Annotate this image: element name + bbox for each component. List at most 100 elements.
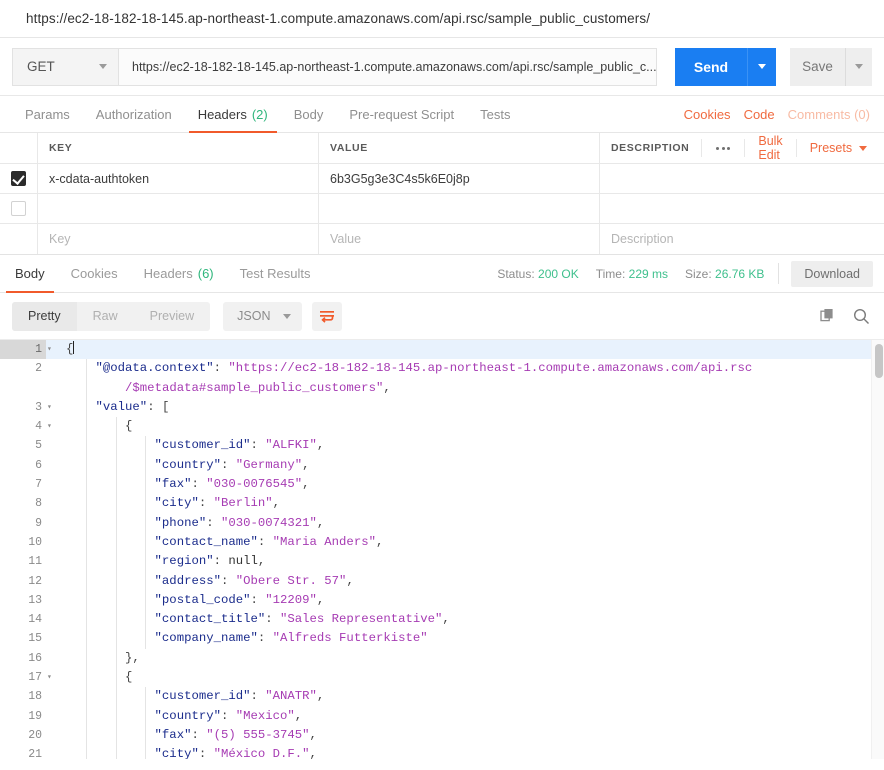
fold-toggle-icon[interactable]: ▾ <box>46 668 60 687</box>
tab-body[interactable]: Body <box>281 96 337 132</box>
code-line-text: { <box>60 417 871 437</box>
save-button[interactable]: Save <box>790 47 845 86</box>
code-line[interactable]: 9 "phone": "030-0074321", <box>0 513 871 533</box>
tab-label: Authorization <box>95 106 172 122</box>
code-content[interactable]: 1 ▾{2 "@odata.context": "https://ec2-18-1… <box>0 340 871 759</box>
code-line-text: "@odata.context": "https://ec2-18-182-18… <box>60 359 871 379</box>
view-mode-preview[interactable]: Preview <box>134 302 210 331</box>
row-value-cell[interactable]: 6b3G5g3e3C4s5k6E0j8p <box>319 164 600 193</box>
code-line[interactable]: 3 ▾ "value": [ <box>0 397 871 418</box>
cookies-link[interactable]: Cookies <box>684 107 731 122</box>
indent-guide <box>86 668 87 688</box>
code-line[interactable]: 18 "customer_id": "ANATR", <box>0 687 871 707</box>
time-value: 229 ms <box>628 266 668 281</box>
code-line[interactable]: 1 ▾ { <box>0 340 871 360</box>
view-mode-raw[interactable]: Raw <box>77 302 134 331</box>
row-enabled-checkbox[interactable] <box>11 171 26 186</box>
code-line[interactable]: 11 "region": null, <box>0 552 871 572</box>
word-wrap-icon[interactable] <box>312 301 343 331</box>
row-key-cell[interactable]: x-cdata-authtoken <box>38 164 319 193</box>
code-line[interactable]: 2 "@odata.context": "https://ec2-18-182-… <box>0 359 871 379</box>
save-options-button[interactable] <box>845 47 872 86</box>
request-tab-bar: Params Authorization Headers (2) Body Pr… <box>0 96 884 133</box>
row-description-cell[interactable] <box>600 164 884 193</box>
send-options-button[interactable] <box>747 47 776 86</box>
fold-toggle-icon[interactable]: ▾ <box>46 340 60 359</box>
row-checkbox-cell <box>0 164 38 193</box>
size-metric: Size: 26.76 KB <box>685 267 764 281</box>
tab-pre-request-script[interactable]: Pre-request Script <box>336 96 467 132</box>
comments-link[interactable]: Comments (0) <box>788 107 870 122</box>
http-method-label: GET <box>27 59 55 74</box>
response-tab-test-results[interactable]: Test Results <box>227 255 324 292</box>
tab-headers[interactable]: Headers (2) <box>185 96 281 133</box>
editor-vertical-scrollbar[interactable] <box>871 340 884 759</box>
scrollbar-thumb[interactable] <box>874 344 883 378</box>
new-row-description-input[interactable]: Description <box>600 224 884 254</box>
row-description-cell[interactable] <box>600 194 884 223</box>
response-tab-headers[interactable]: Headers (6) <box>131 255 227 292</box>
line-number: 17 <box>0 668 46 688</box>
tab-params[interactable]: Params <box>12 96 83 132</box>
row-value-cell[interactable] <box>319 194 600 223</box>
code-token: : <box>198 747 214 759</box>
new-row-value-input[interactable]: Value <box>319 224 600 254</box>
fold-toggle-icon[interactable]: ▾ <box>46 417 60 436</box>
bulk-edit-button[interactable]: Bulk Edit <box>744 134 795 162</box>
new-row-description-placeholder: Description <box>611 232 674 246</box>
code-token: : <box>265 612 281 627</box>
code-line-text: "country": "Germany", <box>60 455 871 476</box>
code-line-text: "customer_id": "ANATR", <box>60 687 871 707</box>
code-token: : <box>213 361 229 376</box>
download-button[interactable]: Download <box>791 260 873 287</box>
code-line[interactable]: /$metadata#sample_public_customers", <box>0 378 871 398</box>
response-body-editor[interactable]: 1 ▾{2 "@odata.context": "https://ec2-18-1… <box>0 339 884 759</box>
search-icon[interactable] <box>853 308 870 325</box>
row-key-cell[interactable] <box>38 194 319 223</box>
http-method-select[interactable]: GET <box>12 47 118 86</box>
code-line[interactable]: 21 "city": "México D.F.", <box>0 745 871 759</box>
request-url-input[interactable]: https://ec2-18-182-18-145.ap-northeast-1… <box>118 47 657 86</box>
send-button[interactable]: Send <box>675 47 747 86</box>
line-number: 3 <box>0 397 46 418</box>
code-token: }, <box>66 650 140 665</box>
code-line[interactable]: 17 ▾ { <box>0 668 871 688</box>
code-line[interactable]: 4 ▾ { <box>0 417 871 437</box>
code-token: "Obere Str. 57" <box>235 573 347 588</box>
code-token: : <box>220 708 236 723</box>
line-number: 2 <box>0 359 46 379</box>
indent-guide <box>86 725 87 746</box>
code-link[interactable]: Code <box>744 107 775 122</box>
response-format-select[interactable]: JSON <box>223 301 303 331</box>
code-line[interactable]: 16 }, <box>0 648 871 669</box>
column-label: VALUE <box>330 142 368 154</box>
new-row-key-input[interactable]: Key <box>38 224 319 254</box>
tab-label: Body <box>293 106 324 122</box>
code-line[interactable]: 19 "country": "Mexico", <box>0 706 871 726</box>
fold-toggle-icon[interactable]: ▾ <box>46 398 60 417</box>
copy-icon[interactable] <box>820 308 836 324</box>
response-tab-body[interactable]: Body <box>2 255 58 293</box>
code-line[interactable]: 13 "postal_code": "12209", <box>0 590 871 611</box>
code-line[interactable]: 8 "city": "Berlin", <box>0 494 871 514</box>
presets-button[interactable]: Presets <box>795 139 873 157</box>
code-line[interactable]: 12 "address": "Obere Str. 57", <box>0 571 871 591</box>
code-line[interactable]: 20 "fax": "(5) 555-3745", <box>0 725 871 746</box>
code-token: , <box>383 380 391 395</box>
code-line[interactable]: 14 "contact_title": "Sales Representativ… <box>0 610 871 630</box>
ellipsis-icon[interactable] <box>701 139 744 157</box>
row-checkbox-cell <box>0 194 38 223</box>
view-mode-pretty[interactable]: Pretty <box>12 301 77 331</box>
code-line[interactable]: 15 "company_name": "Alfreds Futterkiste" <box>0 629 871 649</box>
code-line[interactable]: 10 "contact_name": "Maria Anders", <box>0 532 871 553</box>
code-token: : <box>206 515 221 530</box>
indent-guide <box>145 571 147 591</box>
row-enabled-checkbox[interactable] <box>11 201 26 216</box>
code-line[interactable]: 6 "country": "Germany", <box>0 455 871 476</box>
code-token: : <box>250 689 266 704</box>
code-line[interactable]: 5 "customer_id": "ALFKI", <box>0 436 871 456</box>
code-line[interactable]: 7 "fax": "030-0076545", <box>0 475 871 495</box>
response-tab-cookies[interactable]: Cookies <box>58 255 131 292</box>
tab-authorization[interactable]: Authorization <box>83 96 185 132</box>
tab-tests[interactable]: Tests <box>467 96 523 132</box>
